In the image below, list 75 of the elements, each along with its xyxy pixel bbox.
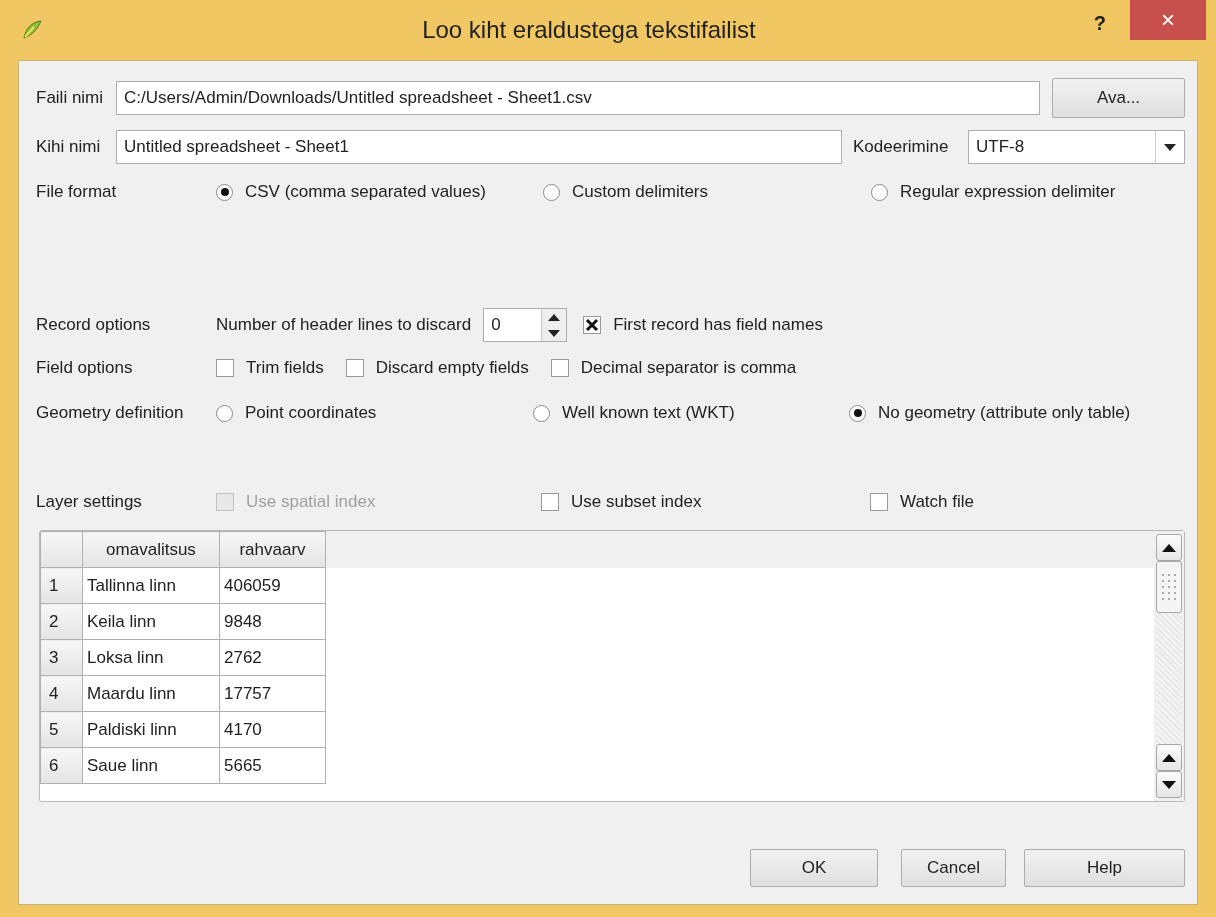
- grip-icon: [1160, 572, 1178, 602]
- option-label: Trim fields: [246, 358, 324, 378]
- field-label: Number of header lines to discard: [216, 315, 472, 335]
- table-cell: 9848: [219, 603, 326, 640]
- up-arrow-icon: [1162, 753, 1176, 762]
- table-cell: Keila linn: [82, 603, 220, 640]
- option-label: Watch file: [900, 492, 974, 512]
- table-cell: 5665: [219, 747, 326, 784]
- table-cell: Paldiski linn: [82, 711, 220, 748]
- field-label: Geometry definition: [36, 403, 185, 423]
- table-cell: 4170: [219, 711, 326, 748]
- option-label: Custom delimiters: [572, 182, 709, 202]
- option-label: Use spatial index: [246, 492, 376, 512]
- scrollbar[interactable]: [1154, 531, 1184, 801]
- dialog-button[interactable]: OK: [750, 849, 878, 887]
- up-arrow-icon: [1162, 543, 1176, 552]
- radio-button[interactable]: [216, 183, 233, 201]
- option-label: Well known text (WKT): [562, 403, 735, 423]
- table-cell: 406059: [219, 567, 326, 604]
- table-cell: Saue linn: [82, 747, 220, 784]
- help-button[interactable]: ?: [1093, 11, 1106, 35]
- cross-icon: [585, 318, 600, 332]
- row-header[interactable]: 2: [40, 603, 83, 640]
- checkbox[interactable]: [583, 316, 602, 334]
- select-all-corner[interactable]: [40, 531, 83, 568]
- checkbox[interactable]: [870, 493, 888, 511]
- field-label: Kodeerimine: [853, 137, 950, 157]
- row-header[interactable]: 3: [40, 639, 83, 676]
- file-path-field[interactable]: C:/Users/Admin/Downloads/Untitled spreadsheet - Sheet1.csv: [116, 81, 1040, 115]
- row-header[interactable]: 1: [40, 567, 83, 604]
- field-label: Kihi nimi: [36, 137, 102, 157]
- option-label: Decimal separator is comma: [580, 358, 797, 378]
- field-label: Layer settings: [36, 492, 143, 512]
- table-cell: 17757: [219, 675, 326, 712]
- option-label: Use subset index: [571, 492, 702, 512]
- field-label: Record options: [36, 315, 152, 335]
- dialog-button[interactable]: Cancel: [901, 849, 1006, 887]
- window-title: Loo kiht eraldustega tekstifailist: [421, 16, 757, 44]
- radio-button[interactable]: [543, 183, 560, 201]
- row-header[interactable]: 4: [40, 675, 83, 712]
- table-cell: Loksa linn: [82, 639, 220, 676]
- checkbox[interactable]: [550, 359, 569, 377]
- field-label: File format: [36, 182, 118, 202]
- dialog-button[interactable]: Help: [1024, 849, 1185, 887]
- field-label: Faili nimi: [36, 88, 105, 108]
- checkbox[interactable]: [216, 359, 234, 377]
- down-arrow-icon: [1162, 780, 1176, 789]
- option-label: Discard empty fields: [375, 358, 529, 378]
- option-label: No geometry (attribute only table): [878, 403, 1131, 423]
- option-label: Regular expression delimiter: [900, 182, 1116, 202]
- option-label: Point coordinates: [245, 403, 377, 423]
- column-header[interactable]: omavalitsus: [82, 531, 220, 568]
- radio-button[interactable]: [849, 404, 866, 422]
- row-header[interactable]: 6: [40, 747, 83, 784]
- leaf-icon: [20, 18, 44, 42]
- field-label: Field options: [36, 358, 134, 378]
- table-cell: Tallinna linn: [82, 567, 220, 604]
- checkbox[interactable]: [345, 359, 364, 377]
- table-cell: Maardu linn: [82, 675, 220, 712]
- layer-name-field[interactable]: Untitled spreadsheet - Sheet1: [116, 130, 842, 164]
- browse-button[interactable]: Ava...: [1052, 78, 1185, 118]
- column-header[interactable]: rahvaarv: [219, 531, 326, 568]
- radio-button[interactable]: [871, 183, 888, 201]
- encoding-dropdown[interactable]: UTF-8: [968, 130, 1185, 164]
- radio-button[interactable]: [533, 404, 550, 422]
- up-arrow-icon: [548, 313, 561, 321]
- down-arrow-icon: [548, 329, 561, 337]
- close-button[interactable]: ×: [1130, 0, 1206, 40]
- checkbox[interactable]: [541, 493, 559, 511]
- row-header[interactable]: 5: [40, 711, 83, 748]
- option-label: First record has field names: [613, 315, 823, 335]
- radio-button[interactable]: [216, 404, 233, 422]
- table-cell: 2762: [219, 639, 326, 676]
- header-lines-spinbox[interactable]: 0: [483, 308, 568, 342]
- option-label: CSV (comma separated values): [245, 182, 486, 202]
